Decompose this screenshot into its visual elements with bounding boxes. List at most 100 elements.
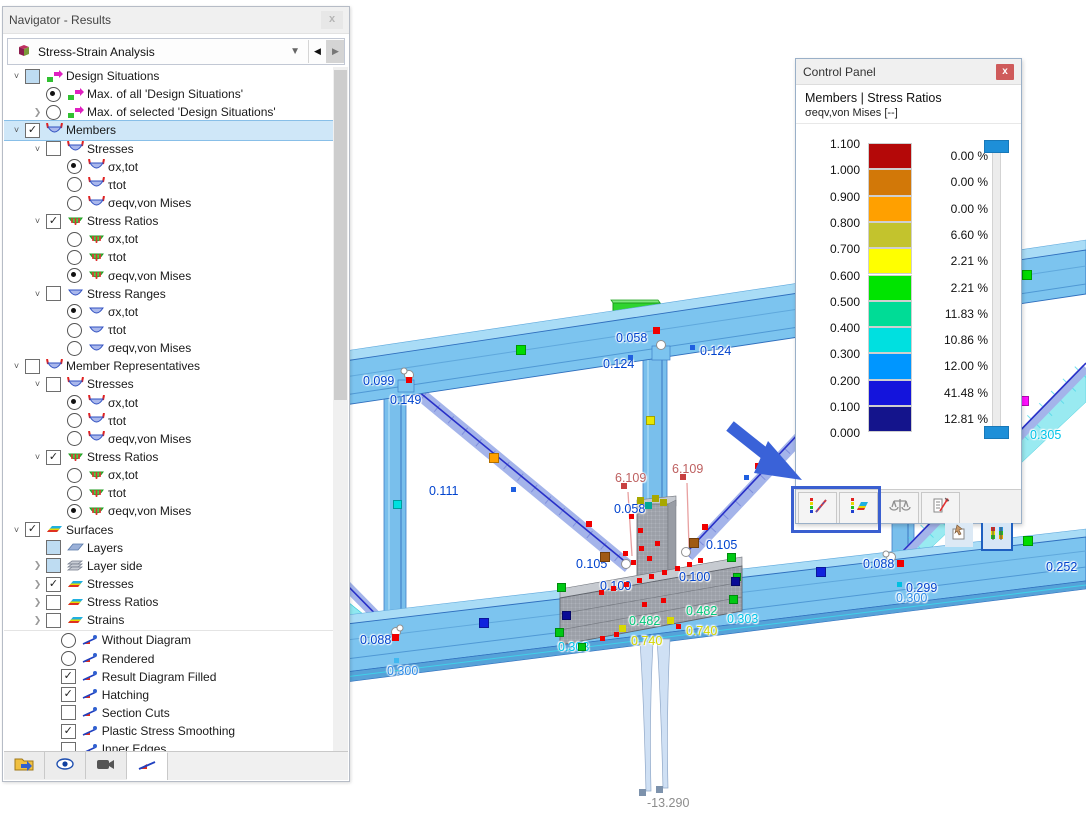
tree-item--x-tot[interactable]: σx,tot: [4, 230, 333, 248]
tree-item--tot[interactable]: τtot: [4, 321, 333, 339]
checkbox[interactable]: [25, 359, 40, 374]
expander-icon[interactable]: ˅: [8, 125, 25, 135]
previous-result-button[interactable]: ◀: [308, 40, 326, 63]
tree-item--tot[interactable]: τtot: [4, 484, 333, 502]
checkbox[interactable]: ✓: [46, 577, 61, 592]
tree-item-member-representatives[interactable]: ˅Member Representatives: [4, 357, 333, 375]
radio-button[interactable]: [67, 395, 82, 410]
expander-icon[interactable]: ˅: [29, 452, 46, 462]
radio-button[interactable]: [67, 196, 82, 211]
navigator-tab-data-navigator[interactable]: [4, 752, 45, 779]
legend-slider-handle-bottom[interactable]: [984, 426, 1009, 439]
legend-slider-track[interactable]: [992, 145, 1001, 435]
tree-item-stresses[interactable]: ˅Stresses: [4, 140, 333, 158]
navigator-tab-results-navigator[interactable]: [127, 752, 168, 780]
tree-item-stress-ratios[interactable]: ˅✓Stress Ratios: [4, 448, 333, 466]
checkbox[interactable]: [46, 613, 61, 628]
expander-icon[interactable]: ˅: [29, 379, 46, 389]
expander-icon[interactable]: ❯: [29, 579, 46, 590]
tree-item-layer-side[interactable]: ❯Layer side: [4, 557, 333, 575]
tree-item-stresses[interactable]: ˅Stresses: [4, 375, 333, 393]
tree-item--x-tot[interactable]: σx,tot: [4, 303, 333, 321]
expander-icon[interactable]: ❯: [29, 107, 46, 118]
expander-icon[interactable]: ˅: [29, 144, 46, 154]
tree-item-strains[interactable]: ❯Strains: [4, 611, 333, 629]
radio-button[interactable]: [67, 250, 82, 265]
tree-item-stress-ratios[interactable]: ˅✓Stress Ratios: [4, 212, 333, 230]
expander-icon[interactable]: ˅: [8, 361, 25, 371]
next-result-button[interactable]: ▶: [326, 40, 344, 63]
tree-item-members[interactable]: ˅✓Members: [4, 121, 333, 139]
tree-item--eqv-von-mises[interactable]: σeqv,von Mises: [4, 430, 333, 448]
legend-slider-handle-top[interactable]: [984, 140, 1009, 153]
tree-item-inner-edges[interactable]: Inner Edges: [4, 740, 333, 751]
control-panel-titlebar[interactable]: Control Panel x: [796, 59, 1021, 85]
expander-icon[interactable]: ❯: [29, 615, 46, 626]
checkbox[interactable]: ✓: [46, 450, 61, 465]
radio-button[interactable]: [67, 413, 82, 428]
checkbox[interactable]: [46, 377, 61, 392]
scrollbar-thumb[interactable]: [334, 70, 347, 400]
tree-item--x-tot[interactable]: σx,tot: [4, 158, 333, 176]
tree-item-result-diagram-filled[interactable]: ✓Result Diagram Filled: [4, 668, 333, 686]
checkbox[interactable]: [61, 705, 76, 720]
tree-item--tot[interactable]: τtot: [4, 412, 333, 430]
checkbox[interactable]: ✓: [61, 724, 76, 739]
chevron-down-icon[interactable]: ▼: [282, 46, 308, 57]
tree-item-max-of-all-design-situations-[interactable]: Max. of all 'Design Situations': [4, 85, 333, 103]
tree-item-stress-ratios[interactable]: ❯Stress Ratios: [4, 593, 333, 611]
control-panel-close-icon[interactable]: x: [996, 64, 1014, 80]
navigator-tab-display-navigator[interactable]: [45, 752, 86, 779]
checkbox[interactable]: [46, 595, 61, 610]
checkbox[interactable]: ✓: [61, 687, 76, 702]
tree-item-hatching[interactable]: ✓Hatching: [4, 686, 333, 704]
radio-button[interactable]: [67, 341, 82, 356]
tree-item-surfaces[interactable]: ˅✓Surfaces: [4, 521, 333, 539]
tree-item-section-cuts[interactable]: Section Cuts: [4, 704, 333, 722]
radio-button[interactable]: [61, 651, 76, 666]
checkbox[interactable]: ✓: [46, 214, 61, 229]
tree-item--eqv-von-mises[interactable]: σeqv,von Mises: [4, 502, 333, 520]
radio-button[interactable]: [67, 159, 82, 174]
tree-item-plastic-stress-smoothing[interactable]: ✓Plastic Stress Smoothing: [4, 722, 333, 740]
tree-item-max-of-selected-design-situations-[interactable]: ❯Max. of selected 'Design Situations': [4, 103, 333, 121]
expander-icon[interactable]: ˅: [8, 525, 25, 535]
navigator-scrollbar[interactable]: [333, 67, 348, 751]
tree-item--tot[interactable]: τtot: [4, 248, 333, 266]
panel-options-button[interactable]: [945, 521, 973, 547]
panel-tab-result-values[interactable]: [921, 492, 960, 523]
radio-button[interactable]: [46, 87, 61, 102]
radio-button[interactable]: [67, 504, 82, 519]
checkbox[interactable]: [61, 742, 76, 751]
radio-button[interactable]: [67, 468, 82, 483]
radio-button[interactable]: [61, 633, 76, 648]
radio-button[interactable]: [67, 304, 82, 319]
navigator-tab-views-navigator[interactable]: [86, 752, 127, 779]
navigator-close-icon[interactable]: x: [321, 11, 343, 29]
radio-button[interactable]: [67, 431, 82, 446]
checkbox[interactable]: [25, 69, 40, 84]
tree-item-stress-ranges[interactable]: ˅Stress Ranges: [4, 285, 333, 303]
checkbox[interactable]: ✓: [25, 522, 40, 537]
checkbox[interactable]: [46, 286, 61, 301]
analysis-type-dropdown[interactable]: Stress-Strain Analysis ▼ ◀ ▶: [7, 38, 345, 65]
checkbox[interactable]: ✓: [25, 123, 40, 138]
checkbox[interactable]: [46, 558, 61, 573]
tree-item--x-tot[interactable]: σx,tot: [4, 466, 333, 484]
radio-button[interactable]: [67, 486, 82, 501]
navigator-titlebar[interactable]: Navigator - Results x: [3, 7, 349, 34]
expander-icon[interactable]: ❯: [29, 560, 46, 571]
tree-item--eqv-von-mises[interactable]: σeqv,von Mises: [4, 339, 333, 357]
tree-item-without-diagram[interactable]: Without Diagram: [4, 631, 333, 649]
tree-item-design-situations[interactable]: ˅Design Situations: [4, 67, 333, 85]
tree-item--tot[interactable]: τtot: [4, 176, 333, 194]
radio-button[interactable]: [67, 323, 82, 338]
color-scale-settings-button[interactable]: [981, 521, 1013, 551]
tree-item--eqv-von-mises[interactable]: σeqv,von Mises: [4, 267, 333, 285]
tree-item-stresses[interactable]: ❯✓Stresses: [4, 575, 333, 593]
expander-icon[interactable]: ˅: [29, 216, 46, 226]
panel-tab-deformation-scale[interactable]: [880, 492, 919, 523]
tree-item-rendered[interactable]: Rendered: [4, 650, 333, 668]
radio-button[interactable]: [46, 105, 61, 120]
radio-button[interactable]: [67, 177, 82, 192]
